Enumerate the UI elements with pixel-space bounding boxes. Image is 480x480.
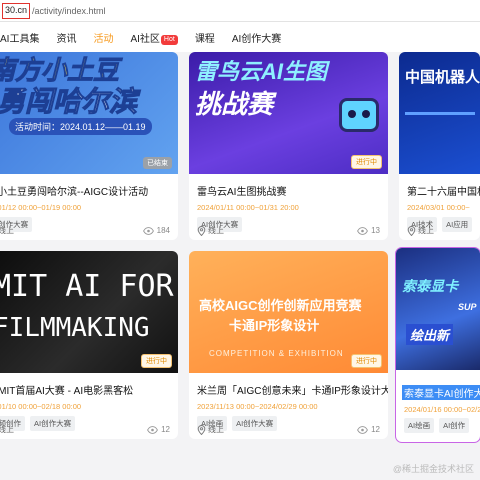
card-footer: 线上 13 — [197, 225, 380, 236]
card-banner: 雷鸟云AI生图 挑战赛 进行中 — [189, 52, 388, 174]
nav-news[interactable]: 资讯 — [56, 30, 76, 45]
views-value: 13 — [371, 226, 380, 235]
views-value: 184 — [156, 226, 170, 235]
location-label: 线上 — [0, 226, 14, 235]
address-bar[interactable]: 30.cn /activity/index.html — [0, 0, 480, 22]
card-date: 24/01/10 00:00~02/18 00:00 — [0, 402, 82, 411]
top-nav: AI工具集 资讯 活动 AI社区 Hot 课程 AI创作大赛 — [0, 22, 480, 52]
card-footer: 线上 184 — [0, 225, 170, 236]
banner-title-line1: 高校AIGC创作创新应用竞赛 — [199, 298, 362, 313]
location-pin-icon — [197, 424, 206, 435]
eye-icon — [142, 226, 154, 235]
eye-icon — [357, 226, 369, 235]
card-banner: 南方小土豆 勇闯哈尔滨 活动时间：2024.01.12——01.19 已结束 — [0, 52, 178, 174]
view-count: 13 — [357, 226, 380, 235]
location-pin-icon — [197, 225, 206, 236]
tag[interactable]: AI创作 — [439, 418, 470, 433]
card-footer: 线上 12 — [0, 424, 170, 435]
activity-card[interactable]: MIT AI FOR FILMMAKING 进行中 24MIT首届AI大赛 - … — [0, 251, 178, 439]
location-label: 线上 — [208, 425, 224, 434]
status-badge: 进行中 — [351, 155, 382, 169]
location: 线上 — [407, 225, 434, 236]
activity-card[interactable]: 中国机器人 第二十六届中国机 2024/03/01 00:00~ AI技术 AI… — [399, 52, 480, 240]
banner-title-line1: 索泰显卡 — [402, 278, 458, 294]
eye-icon — [357, 425, 369, 434]
location-label: 线上 — [208, 226, 224, 235]
card-title: 雷鸟云AI生图挑战赛 — [197, 187, 287, 198]
nav-courses[interactable]: 课程 — [195, 30, 215, 45]
tag[interactable]: AI绘画 — [404, 418, 435, 433]
banner-title-line2: 绘出新 — [406, 324, 454, 345]
card-title: 米兰周「AIGC创意未来」卡通IP形象设计大赛 — [197, 386, 388, 397]
views-value: 12 — [371, 425, 380, 434]
banner-title-line1: 中国机器人 — [405, 69, 480, 86]
status-badge: 已结束 — [143, 157, 172, 169]
card-date: 2024/01/11 00:00~01/31 20:00 — [197, 203, 299, 212]
url-domain: 30.cn — [2, 2, 31, 19]
location: 线上 — [0, 225, 14, 236]
location: 线上 — [197, 424, 224, 435]
url-path: /activity/index.html — [32, 5, 106, 16]
nav-ai-tools[interactable]: AI工具集 — [0, 30, 39, 45]
card-banner: 中国机器人 — [399, 52, 480, 174]
card-banner: 索泰显卡 SUP 绘出新 — [396, 248, 480, 370]
card-date: 2024/03/01 00:00~ — [407, 203, 470, 212]
nav-ai-community-label: AI社区 — [130, 33, 160, 45]
banner-decor — [405, 112, 475, 115]
card-date: 24/01/12 00:00~01/19 00:00 — [0, 203, 82, 212]
location-label: 线上 — [0, 425, 14, 434]
location: 线上 — [197, 225, 224, 236]
card-date: 2023/11/13 00:00~2024/02/29 00:00 — [197, 402, 318, 411]
view-count: 12 — [357, 425, 380, 434]
card-banner: MIT AI FOR FILMMAKING 进行中 — [0, 251, 178, 373]
banner-title-line2: 勇闯哈尔滨 — [0, 86, 138, 118]
banner-title-line2: FILMMAKING — [0, 313, 150, 343]
card-tags: AI绘画 AI创作 — [404, 418, 470, 433]
card-title: 24MIT首届AI大赛 - AI电影黑客松 — [0, 386, 134, 397]
banner-subtitle: SUP — [458, 302, 477, 312]
nav-ai-community[interactable]: AI社区 Hot — [130, 30, 178, 45]
card-footer: 线上 — [407, 225, 477, 236]
location-pin-icon — [407, 225, 416, 236]
card-title: 第二十六届中国机 — [407, 187, 480, 198]
nav-activities[interactable]: 活动 — [93, 30, 113, 45]
view-count: 184 — [142, 226, 170, 235]
watermark: @稀土掘金技术社区 — [392, 464, 474, 474]
banner-title-line2: 卡通IP形象设计 — [229, 318, 320, 333]
activity-card[interactable]: 南方小土豆 勇闯哈尔滨 活动时间：2024.01.12——01.19 已结束 方… — [0, 52, 178, 240]
card-title: 索泰显卡AI创作大 — [402, 385, 480, 400]
hot-badge: Hot — [160, 34, 178, 45]
eye-icon — [147, 425, 159, 434]
activity-card[interactable]: 索泰显卡 SUP 绘出新 索泰显卡AI创作大 2024/01/16 00:00~… — [395, 247, 480, 443]
robot-illustration — [339, 98, 379, 132]
location-label: 线上 — [418, 226, 434, 235]
activity-card[interactable]: 雷鸟云AI生图 挑战赛 进行中 雷鸟云AI生图挑战赛 2024/01/11 00… — [189, 52, 388, 240]
banner-title-line2: 挑战赛 — [195, 89, 274, 119]
banner-title-line1: MIT AI FOR — [0, 269, 174, 304]
views-value: 12 — [161, 425, 170, 434]
banner-title-line1: 雷鸟云AI生图 — [195, 59, 328, 84]
banner-subtitle: 活动时间：2024.01.12——01.19 — [9, 118, 152, 135]
card-footer: 线上 12 — [197, 424, 380, 435]
card-banner: 高校AIGC创作创新应用竞赛 卡通IP形象设计 COMPETITION & EX… — [189, 251, 388, 373]
banner-subtitle: COMPETITION & EXHIBITION — [209, 349, 344, 358]
location: 线上 — [0, 424, 14, 435]
card-title: 方小土豆勇闯哈尔滨--AIGC设计活动 — [0, 187, 149, 198]
nav-ai-contest[interactable]: AI创作大赛 — [232, 30, 281, 45]
status-badge: 进行中 — [141, 354, 172, 368]
status-badge: 进行中 — [351, 354, 382, 368]
view-count: 12 — [147, 425, 170, 434]
activity-card[interactable]: 高校AIGC创作创新应用竞赛 卡通IP形象设计 COMPETITION & EX… — [189, 251, 388, 439]
card-date: 2024/01/16 00:00~02/29 — [404, 405, 480, 414]
